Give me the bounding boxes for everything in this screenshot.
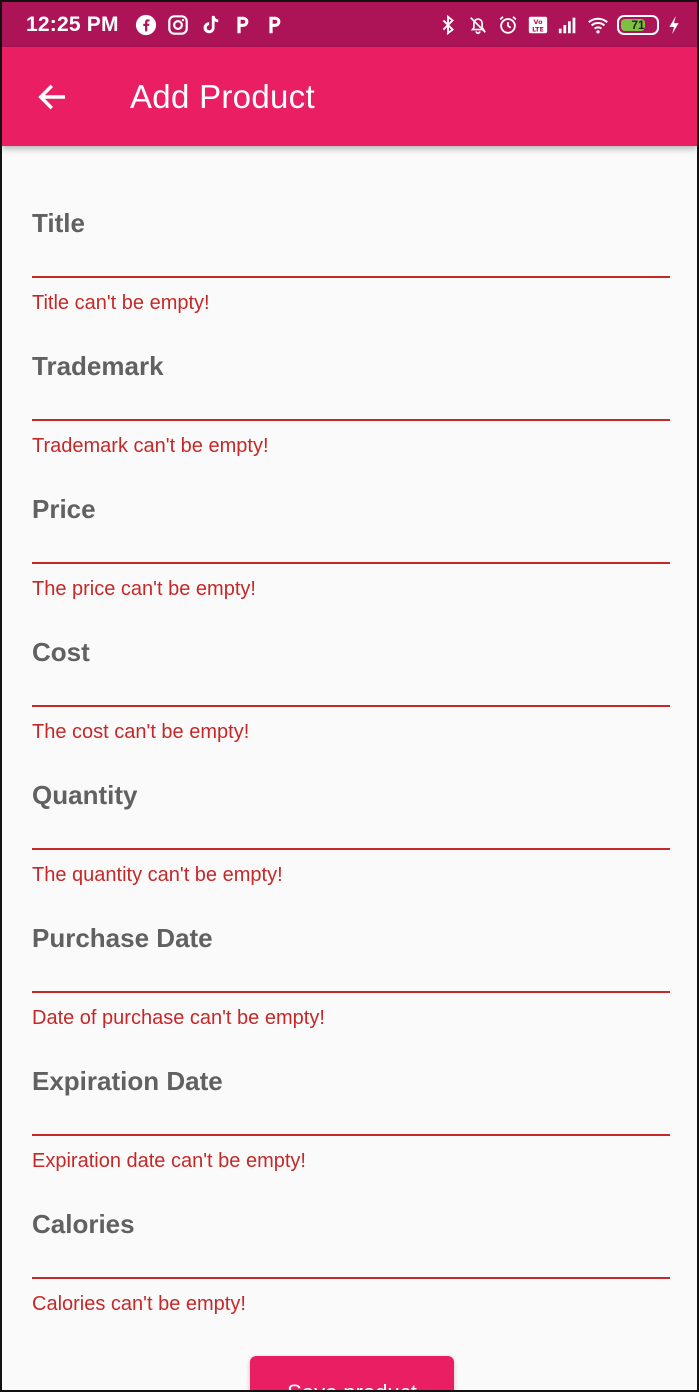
svg-text:LTE: LTE [532,25,544,33]
arrow-back-icon [38,84,66,109]
cost-field: Cost The cost can't be empty! [32,575,670,743]
p-app-icon [263,14,285,36]
price-input[interactable] [32,482,670,564]
trademark-input[interactable] [32,339,670,421]
app-bar: Add Product [2,47,697,146]
page-title: Add Product [130,77,315,115]
purchase-date-input[interactable] [32,911,670,993]
field-underline [32,562,670,564]
title-input[interactable] [32,196,670,278]
quantity-field: Quantity The quantity can't be empty! [32,718,670,886]
facebook-icon [135,14,157,36]
status-time: 12:25 PM [26,12,119,36]
field-underline [32,848,670,850]
alarm-icon [497,14,519,36]
volte-icon: Vo LTE [527,14,549,36]
title-field: Title Title can't be empty! [32,146,670,314]
status-left: 12:25 PM [26,13,285,37]
expiration-date-field: Expiration Date Expiration date can't be… [32,1004,670,1172]
trademark-field: Trademark Trademark can't be empty! [32,289,670,457]
charging-icon [667,14,681,36]
field-error: Calories can't be empty! [32,1293,246,1315]
wifi-icon [587,14,609,36]
status-bar: 12:25 PM Vo LTE 71 [2,2,697,47]
quantity-input[interactable] [32,768,670,850]
field-underline [32,1134,670,1136]
battery-icon: 71 [617,14,659,35]
calories-field: Calories Calories can't be empty! [32,1147,670,1315]
instagram-icon [167,14,189,36]
product-form: Title Title can't be empty! Trademark Tr… [32,146,670,1315]
field-underline [32,419,670,421]
status-right: Vo LTE 71 [437,14,681,36]
price-field: Price The price can't be empty! [32,432,670,600]
field-underline [32,1277,670,1279]
cost-input[interactable] [32,625,670,707]
back-button[interactable] [24,69,80,125]
mute-icon [467,14,489,36]
purchase-date-field: Purchase Date Date of purchase can't be … [32,861,670,1029]
bluetooth-icon [437,14,459,36]
save-product-button[interactable]: Save product [250,1356,454,1390]
signal-icon [557,14,579,36]
tiktok-icon [199,14,221,36]
expiration-date-input[interactable] [32,1054,670,1136]
calories-input[interactable] [32,1197,670,1279]
field-underline [32,276,670,278]
field-underline [32,991,670,993]
p-app-icon [231,14,253,36]
battery-level: 71 [631,17,645,32]
field-underline [32,705,670,707]
phone-screen: 12:25 PM Vo LTE 71 Add Product Title Tit… [0,0,699,1392]
